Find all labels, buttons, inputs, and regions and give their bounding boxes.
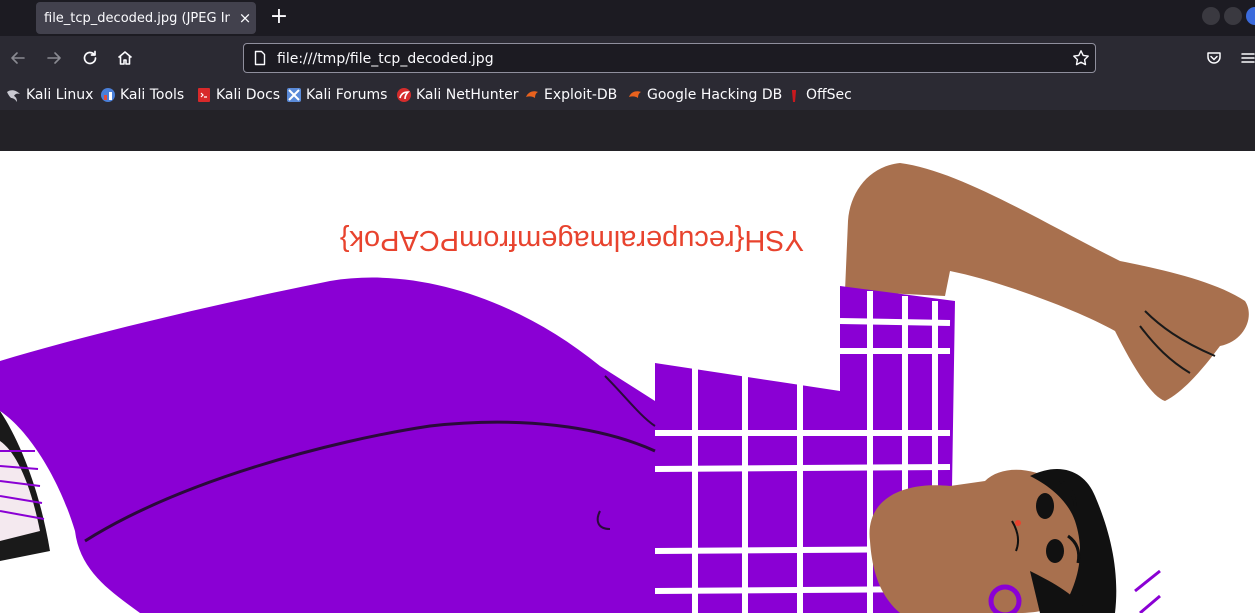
url-bar[interactable]: file:///tmp/file_tcp_decoded.jpg <box>243 43 1096 73</box>
bookmarks-toolbar: Kali Linux Kali Tools Kali Docs Kali For… <box>0 80 1255 110</box>
close-window-button[interactable] <box>1246 7 1255 25</box>
bookmark-label: OffSec <box>806 87 852 103</box>
maximize-button[interactable] <box>1224 7 1242 25</box>
home-icon <box>117 51 133 65</box>
url-text: file:///tmp/file_tcp_decoded.jpg <box>277 51 494 67</box>
bookmark-label: Exploit-DB <box>544 87 618 103</box>
minimize-button[interactable] <box>1202 7 1220 25</box>
navigation-toolbar: file:///tmp/file_tcp_decoded.jpg <box>0 36 1255 80</box>
menu-button[interactable] <box>1236 46 1255 70</box>
kali-forums-icon <box>287 88 301 102</box>
home-button[interactable] <box>113 46 137 70</box>
tab-title: file_tcp_decoded.jpg (JPEG Im <box>44 11 230 26</box>
image-viewer-background <box>0 110 1255 151</box>
bookmark-label: Kali Linux <box>26 87 94 103</box>
bookmark-label: Kali Tools <box>120 87 185 103</box>
kali-tools-icon <box>101 88 115 102</box>
ghdb-icon <box>629 91 641 98</box>
forward-button[interactable] <box>42 46 66 70</box>
bookmark-label: Google Hacking DB <box>647 87 783 103</box>
flag-text: YSH{recuperalmagemfromPCAPok} <box>339 224 804 256</box>
tab-close-icon[interactable]: × <box>235 8 255 28</box>
new-tab-button[interactable]: + <box>268 6 290 29</box>
bookmark-offsec[interactable]: OffSec <box>786 85 852 105</box>
bookmark-star-icon[interactable] <box>1072 49 1090 67</box>
bookmark-google-hacking-db[interactable]: Google Hacking DB <box>627 85 782 105</box>
pocket-icon <box>1207 52 1221 64</box>
bookmark-label: Kali Docs <box>216 87 281 103</box>
kali-docs-icon <box>198 88 210 102</box>
bookmark-kali-nethunter[interactable]: Kali NetHunter <box>396 85 518 105</box>
bookmark-kali-linux[interactable]: Kali Linux <box>6 85 93 105</box>
bookmark-label: Kali Forums <box>306 87 388 103</box>
nethunter-icon <box>397 88 411 102</box>
decoded-image: YSH{recuperalmagemfromPCAPok} <box>0 151 1255 613</box>
offsec-icon <box>791 88 797 102</box>
bookmark-exploit-db[interactable]: Exploit-DB <box>524 85 617 105</box>
exploit-db-icon <box>526 91 538 98</box>
hamburger-menu-icon <box>1241 53 1255 63</box>
tab-active[interactable]: file_tcp_decoded.jpg (JPEG Im × <box>36 2 256 34</box>
upside-down-illustration <box>0 163 1249 613</box>
bookmark-kali-docs[interactable]: Kali Docs <box>196 85 280 105</box>
reload-button[interactable] <box>78 46 102 70</box>
back-arrow-icon <box>11 52 25 64</box>
bookmark-label: Kali NetHunter <box>416 87 519 103</box>
reload-icon <box>83 50 97 65</box>
back-button[interactable] <box>6 46 30 70</box>
bookmark-kali-forums[interactable]: Kali Forums <box>286 85 387 105</box>
pocket-button[interactable] <box>1202 46 1226 70</box>
file-page-icon <box>254 50 266 66</box>
tab-strip: file_tcp_decoded.jpg (JPEG Im × + <box>0 0 1255 36</box>
bookmark-kali-tools[interactable]: Kali Tools <box>100 85 184 105</box>
kali-dragon-icon <box>7 90 20 102</box>
forward-arrow-icon <box>47 52 61 64</box>
